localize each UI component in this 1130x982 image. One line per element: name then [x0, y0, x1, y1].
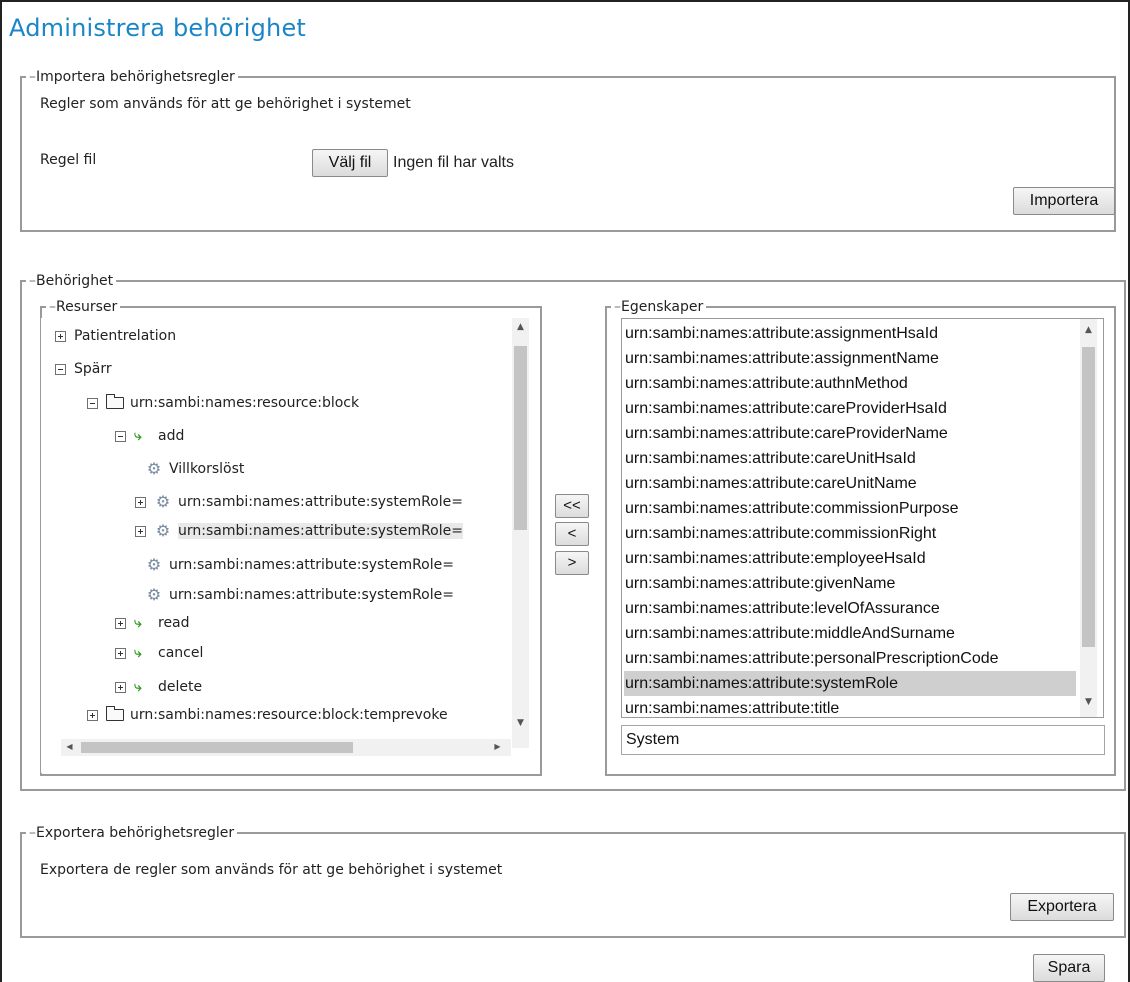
list-scroll-up-icon[interactable]: ▲ — [1080, 325, 1097, 335]
tree-node[interactable]: ⚙ urn:sambi:names:attribute:systemRole= — [145, 580, 454, 610]
list-item[interactable]: urn:sambi:names:attribute:levelOfAssuran… — [624, 596, 1076, 621]
tree-node[interactable]: urn:sambi:names:resource:block:temprevok… — [87, 700, 448, 730]
tree-node[interactable]: ⚙ urn:sambi:names:attribute:systemRole= — [135, 516, 463, 546]
tree-node-label: urn:sambi:names:attribute:systemRole= — [169, 587, 454, 603]
tree-node[interactable]: ⤷ delete — [115, 672, 202, 702]
list-item[interactable]: urn:sambi:names:attribute:careProviderNa… — [624, 421, 1076, 446]
tree-node[interactable]: ⚙ urn:sambi:names:attribute:systemRole= — [135, 487, 463, 517]
move-left-button[interactable]: < — [555, 522, 589, 546]
tree-node[interactable]: Spärr — [55, 354, 112, 384]
action-icon: ⤷ — [134, 645, 142, 661]
expand-icon[interactable] — [135, 525, 146, 537]
move-right-button[interactable]: > — [555, 551, 589, 575]
tree-node[interactable]: ⤷ add — [115, 421, 184, 451]
properties-list[interactable]: urn:sambi:names:attribute:assignmentHsaI… — [621, 318, 1104, 718]
action-icon: ⤷ — [134, 428, 142, 444]
tree-node-label: read — [158, 615, 190, 631]
tree-node-label: add — [158, 428, 185, 444]
tree-node-label: urn:sambi:names:resource:block:temprevok… — [130, 707, 448, 723]
list-item[interactable]: urn:sambi:names:attribute:title — [624, 696, 1076, 717]
action-icon: ⤷ — [134, 679, 142, 695]
properties-legend: –Egenskaper — [611, 298, 707, 316]
tree-node[interactable]: Patientrelation — [55, 321, 176, 351]
action-icon: ⤷ — [134, 615, 142, 631]
tree-node-label: Spärr — [74, 361, 112, 377]
list-vertical-scrollbar[interactable]: ▲ ▼ — [1080, 319, 1097, 717]
folder-icon — [106, 706, 124, 721]
tree-node-label: urn:sambi:names:resource:block — [130, 395, 360, 411]
list-item[interactable]: urn:sambi:names:attribute:authnMethod — [624, 371, 1076, 396]
no-file-text: Ingen fil har valts — [393, 154, 514, 171]
scroll-down-icon[interactable]: ▼ — [512, 718, 529, 728]
page-title: Administrera behörighet — [9, 14, 307, 42]
collapse-icon[interactable] — [55, 363, 66, 375]
gear-icon: ⚙ — [146, 555, 162, 574]
export-legend: –Exportera behörighetsregler — [26, 824, 238, 842]
tree-node[interactable]: ⤷ cancel — [115, 638, 203, 668]
expand-icon[interactable] — [55, 330, 66, 342]
expand-icon[interactable] — [87, 709, 98, 721]
list-item[interactable]: urn:sambi:names:attribute:middleAndSurna… — [624, 621, 1076, 646]
expand-icon[interactable] — [115, 647, 126, 659]
export-section: –Exportera behörighetsregler — [20, 824, 1126, 938]
expand-icon[interactable] — [135, 496, 146, 508]
tree-node-label: delete — [158, 679, 203, 695]
tree-horizontal-scrollbar[interactable]: ◀ ▶ — [61, 739, 511, 756]
tree-node-label: Patientrelation — [74, 328, 177, 344]
folder-icon — [106, 394, 124, 409]
tree-horizontal-scroll-thumb[interactable] — [81, 742, 353, 753]
list-vertical-scroll-thumb[interactable] — [1082, 347, 1095, 647]
tree-node-label: urn:sambi:names:attribute:systemRole= — [178, 523, 463, 539]
list-item[interactable]: urn:sambi:names:attribute:personalPrescr… — [624, 646, 1076, 671]
tree-node[interactable]: urn:sambi:names:resource:block — [87, 388, 359, 418]
gear-icon: ⚙ — [155, 521, 171, 540]
list-item[interactable]: urn:sambi:names:attribute:assignmentHsaI… — [624, 321, 1076, 346]
scroll-left-icon[interactable]: ◀ — [61, 742, 78, 751]
scroll-up-icon[interactable]: ▲ — [512, 322, 529, 332]
tree-node[interactable]: ⚙ urn:sambi:names:attribute:systemRole= — [145, 550, 454, 580]
gear-icon: ⚙ — [146, 585, 162, 604]
list-scroll-down-icon[interactable]: ▼ — [1080, 697, 1097, 707]
list-item[interactable]: urn:sambi:names:attribute:assignmentName — [624, 346, 1076, 371]
list-item[interactable]: urn:sambi:names:attribute:employeeHsaId — [624, 546, 1076, 571]
collapse-icon[interactable] — [115, 430, 126, 442]
export-description: Exportera de regler som används för att … — [40, 862, 503, 878]
tree-node-label: urn:sambi:names:attribute:systemRole= — [169, 557, 454, 573]
list-item[interactable]: urn:sambi:names:attribute:commissionPurp… — [624, 496, 1076, 521]
tree-node-label: Villkorslöst — [169, 461, 245, 477]
list-item[interactable]: urn:sambi:names:attribute:careUnitHsaId — [624, 446, 1076, 471]
list-item[interactable]: urn:sambi:names:attribute:careUnitName — [624, 471, 1076, 496]
save-button[interactable]: Spara — [1033, 954, 1105, 982]
list-item[interactable]: urn:sambi:names:attribute:systemRole — [624, 671, 1076, 696]
list-item[interactable]: urn:sambi:names:attribute:careProviderHs… — [624, 396, 1076, 421]
import-legend: –Importera behörighetsregler — [26, 68, 238, 86]
move-all-left-button[interactable]: << — [555, 494, 589, 518]
resource-tree[interactable]: Patientrelation Spärr urn:sambi:names:reso… — [41, 318, 531, 773]
choose-file-button[interactable]: Välj fil — [312, 149, 388, 177]
gear-icon: ⚙ — [155, 492, 171, 511]
tree-node-label: urn:sambi:names:attribute:systemRole= — [178, 494, 463, 510]
tree-vertical-scroll-thumb[interactable] — [514, 346, 527, 530]
rule-file-label: Regel fil — [40, 152, 97, 168]
tree-node[interactable]: ⤷ read — [115, 608, 190, 638]
tree-node-label: cancel — [158, 645, 204, 661]
scroll-right-icon[interactable]: ▶ — [489, 742, 506, 751]
tree-vertical-scrollbar[interactable]: ▲ ▼ — [512, 318, 529, 748]
export-button[interactable]: Exportera — [1010, 893, 1114, 921]
import-description: Regler som används för att ge behörighet… — [40, 96, 411, 112]
list-item[interactable]: urn:sambi:names:attribute:commissionRigh… — [624, 521, 1076, 546]
expand-icon[interactable] — [115, 681, 126, 693]
permissions-legend: –Behörighet — [26, 272, 117, 290]
expand-icon[interactable] — [115, 617, 126, 629]
tree-node[interactable]: ⚙ Villkorslöst — [145, 454, 245, 484]
gear-icon: ⚙ — [146, 459, 162, 478]
collapse-icon[interactable] — [87, 397, 98, 409]
list-item[interactable]: urn:sambi:names:attribute:givenName — [624, 571, 1076, 596]
import-button[interactable]: Importera — [1013, 187, 1115, 215]
resources-legend: –Resurser — [46, 298, 121, 316]
property-value-input[interactable]: System — [621, 725, 1105, 755]
